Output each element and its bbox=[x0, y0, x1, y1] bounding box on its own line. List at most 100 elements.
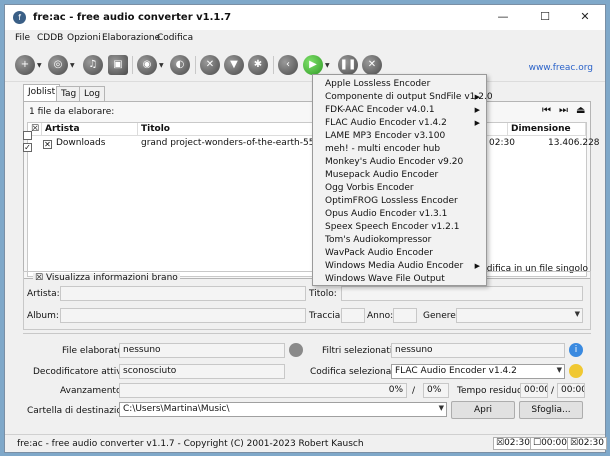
stop-icon[interactable]: ✕ bbox=[362, 55, 382, 75]
encoder-menu-item-label: WavPack Audio Encoder bbox=[325, 248, 433, 258]
encoder-menu-item[interactable]: Windows Wave File Output bbox=[313, 273, 486, 286]
menu-file[interactable]: File bbox=[15, 33, 30, 43]
back-icon[interactable]: ‹ bbox=[278, 55, 298, 75]
encoder-menu-item[interactable]: Ogg Vorbis Encoder bbox=[313, 182, 486, 195]
encoder-select[interactable]: FLAC Audio Encoder v1.4.2 ▼ bbox=[391, 364, 565, 379]
encoder-menu-item-label: FLAC Audio Encoder v1.4.2 bbox=[325, 118, 447, 128]
browse-button[interactable]: Sfoglia... bbox=[519, 401, 583, 419]
file-value: nessuno bbox=[119, 343, 285, 358]
track-info-toggle[interactable]: ☒ Visualizza informazioni brano bbox=[33, 273, 180, 283]
menu-opzioni[interactable]: Opzioni bbox=[67, 33, 101, 43]
encoder-menu-item[interactable]: Componente di output SndFile v1.2.0 ▶ bbox=[313, 91, 493, 104]
album-field[interactable] bbox=[60, 308, 306, 323]
encoder-menu-item[interactable]: meh! - multi encoder hub bbox=[313, 143, 486, 156]
progress-label: Avanzamento: bbox=[60, 386, 125, 396]
submenu-arrow-icon: ▶ bbox=[474, 93, 480, 101]
encoder-menu-item[interactable]: FLAC Audio Encoder v1.4.2 ▶ bbox=[313, 117, 486, 130]
row-durata: 02:30 bbox=[489, 138, 515, 148]
add-files-icon[interactable]: + bbox=[15, 55, 35, 75]
titolo-field[interactable] bbox=[341, 286, 583, 301]
encoder-menu-item[interactable]: Tom's Audiokompressor bbox=[313, 234, 486, 247]
file-info-icon[interactable] bbox=[289, 343, 303, 357]
close-button[interactable]: ✕ bbox=[565, 7, 605, 27]
chevron-down-icon[interactable]: ▼ bbox=[159, 62, 165, 69]
album-label: Album: bbox=[27, 311, 59, 321]
menu-elaborazione[interactable]: Elaborazione bbox=[102, 33, 160, 43]
encoder-menu-item-label: Musepack Audio Encoder bbox=[325, 170, 439, 180]
joblist-table[interactable]: ☒ Artista Titolo Dimensione ✕ Downloads … bbox=[27, 122, 600, 277]
encoder-menu-item[interactable]: LAME MP3 Encoder v3.100 bbox=[313, 130, 486, 143]
disc-lock-icon[interactable]: ▣ bbox=[108, 55, 128, 75]
encoder-menu-item[interactable]: FDK-AAC Encoder v4.0.1 ▶ bbox=[313, 104, 486, 117]
settings-icon[interactable]: ✱ bbox=[248, 55, 268, 75]
column-artista[interactable]: Artista bbox=[42, 123, 138, 136]
filter-checkbox[interactable] bbox=[23, 131, 32, 140]
filter-icon[interactable]: ▼ bbox=[224, 55, 244, 75]
eject-icon[interactable]: ⏏ bbox=[576, 105, 585, 116]
play-next-icon[interactable]: ⏭ bbox=[559, 105, 568, 116]
encoder-menu-item[interactable]: Monkey's Audio Encoder v9.20 bbox=[313, 156, 486, 169]
row-checkbox[interactable]: ✕ bbox=[43, 140, 52, 149]
dest-folder-select[interactable]: C:\Users\Martina\Music\ ▼ bbox=[119, 402, 447, 417]
cddb-query-icon[interactable]: ◉ bbox=[137, 55, 157, 75]
toggle-checkbox[interactable]: ☒ bbox=[35, 273, 43, 283]
play-encode-icon[interactable]: ▶ bbox=[303, 55, 323, 75]
status-time-2: ☐00:00 bbox=[530, 437, 571, 450]
genere-select[interactable]: ▼ bbox=[456, 308, 583, 323]
pause-icon[interactable]: ❚❚ bbox=[338, 55, 358, 75]
music-note-icon[interactable]: ♫ bbox=[83, 55, 103, 75]
anno-field[interactable] bbox=[393, 308, 417, 323]
info-icon[interactable]: i bbox=[569, 343, 583, 357]
toolbar-divider bbox=[195, 56, 196, 74]
encoder-settings-icon[interactable] bbox=[569, 364, 583, 378]
encoder-menu-item[interactable]: OptimFROG Lossless Encoder bbox=[313, 195, 486, 208]
encoder-menu-item[interactable]: Opus Audio Encoder v1.3.1 bbox=[313, 208, 486, 221]
app-logo-icon: f bbox=[13, 11, 26, 24]
encoder-menu-item-label: Monkey's Audio Encoder v9.20 bbox=[325, 157, 464, 167]
time-remaining-2: 00:00 bbox=[557, 383, 585, 398]
tab-tag[interactable]: Tag bbox=[56, 86, 82, 101]
maximize-button[interactable]: ☐ bbox=[525, 7, 565, 27]
minimize-button[interactable]: — bbox=[483, 7, 523, 27]
encoder-menu-item-label: LAME MP3 Encoder v3.100 bbox=[325, 131, 446, 141]
encoder-menu-item-label: Windows Media Audio Encoder bbox=[325, 261, 464, 271]
menu-codifica[interactable]: Codifica bbox=[157, 33, 193, 43]
chevron-down-icon[interactable]: ▼ bbox=[325, 62, 331, 69]
column-dimensione[interactable]: Dimensione bbox=[508, 123, 586, 136]
encoder-menu-item[interactable]: WavPack Audio Encoder bbox=[313, 247, 486, 260]
add-cd-icon[interactable]: ◎ bbox=[48, 55, 68, 75]
time-label: Tempo residuo: bbox=[457, 386, 526, 396]
open-button[interactable]: Apri bbox=[451, 401, 515, 419]
submenu-arrow-icon: ▶ bbox=[474, 119, 480, 127]
cddb-submit-icon[interactable]: ◐ bbox=[170, 55, 190, 75]
progress-1-value: 0% bbox=[388, 385, 403, 395]
chevron-down-icon: ▼ bbox=[556, 366, 562, 374]
encoder-label: Codifica selezionata: bbox=[310, 367, 404, 377]
tab-joblist[interactable]: Joblist bbox=[23, 84, 61, 101]
traccia-field[interactable] bbox=[341, 308, 365, 323]
encoder-menu-item[interactable]: Speex Speech Encoder v1.2.1 bbox=[313, 221, 486, 234]
remove-icon[interactable]: ✕ bbox=[200, 55, 220, 75]
decoder-label: Decodificatore attivo: bbox=[33, 367, 131, 377]
encoder-menu-item[interactable]: Musepack Audio Encoder bbox=[313, 169, 486, 182]
filter-checkbox[interactable]: ✓ bbox=[23, 143, 32, 152]
website-link[interactable]: www.freac.org bbox=[529, 63, 593, 73]
app-window: f fre:ac - free audio converter v1.1.7 —… bbox=[4, 4, 608, 453]
joblist-panel: 1 file da elaborare: ⏮ ⏭ ⏏ ☒ Artista Tit… bbox=[23, 101, 600, 279]
encoder-menu-item[interactable]: Windows Media Audio Encoder ▶ bbox=[313, 260, 486, 273]
menu-cddb[interactable]: CDDB bbox=[37, 33, 63, 43]
chevron-down-icon: ▼ bbox=[574, 310, 580, 318]
chevron-down-icon[interactable]: ▼ bbox=[70, 62, 76, 69]
divider bbox=[23, 333, 591, 334]
encoder-menu-item[interactable]: Apple Lossless Encoder bbox=[313, 78, 486, 91]
chevron-down-icon[interactable]: ▼ bbox=[37, 62, 43, 69]
toolbar-divider bbox=[273, 56, 274, 74]
progress-2-value: 0% bbox=[427, 385, 442, 395]
encoder-menu-item-label: Ogg Vorbis Encoder bbox=[325, 183, 414, 193]
tab-log[interactable]: Log bbox=[79, 86, 106, 101]
title-bar[interactable]: f fre:ac - free audio converter v1.1.7 —… bbox=[5, 5, 605, 30]
skip-back-icon[interactable]: ⏮ bbox=[542, 105, 551, 116]
status-bar: fre:ac - free audio converter v1.1.7 - C… bbox=[5, 434, 608, 452]
toolbar-divider bbox=[132, 56, 133, 74]
artista-field[interactable] bbox=[60, 286, 306, 301]
